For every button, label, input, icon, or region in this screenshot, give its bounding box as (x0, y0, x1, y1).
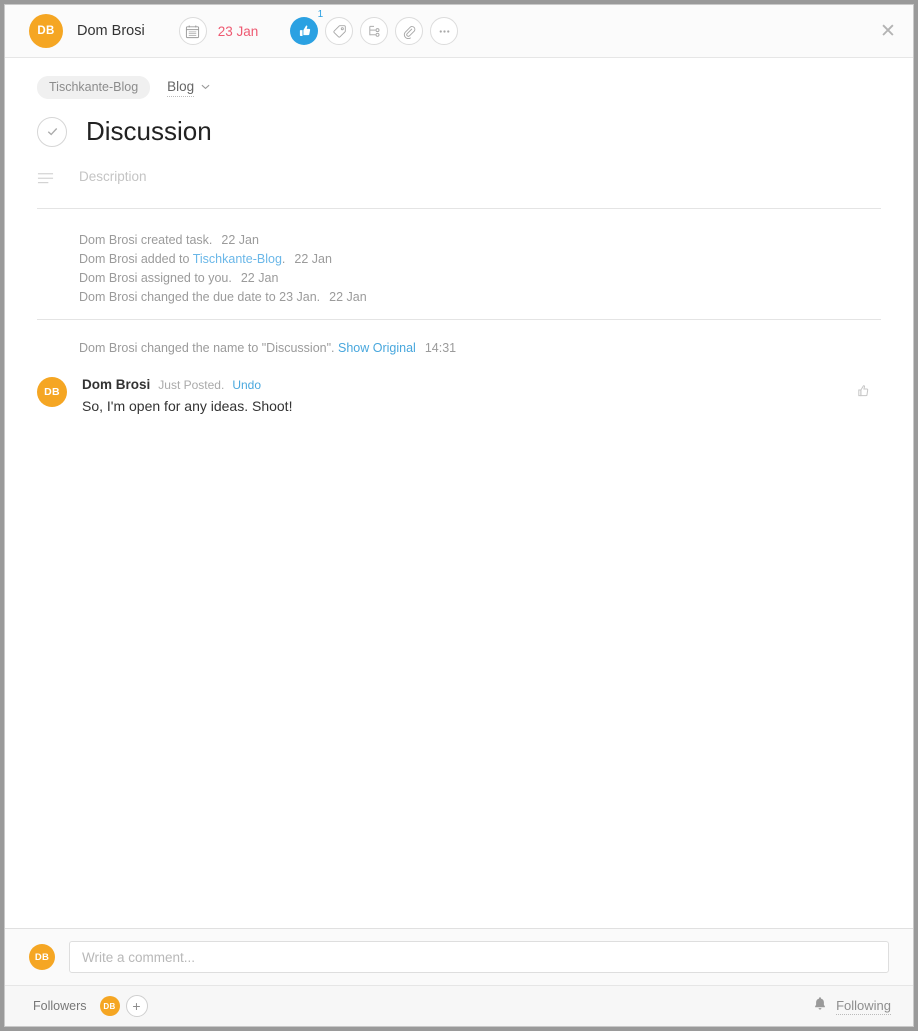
activity-text: Dom Brosi created task. (79, 233, 213, 247)
assignee-name[interactable]: Dom Brosi (77, 23, 145, 39)
list-item: Dom Brosi assigned to you. 22 Jan (79, 269, 889, 288)
comment-meta: Just Posted. (158, 378, 225, 392)
comment-author[interactable]: Dom Brosi (82, 377, 150, 392)
comment-avatar[interactable]: DB (37, 377, 67, 407)
chevron-down-icon (201, 83, 210, 93)
subtask-icon[interactable] (360, 17, 389, 45)
task-footer: DB Followers DB + Following (5, 928, 913, 1026)
due-date-text[interactable]: 23 Jan (218, 24, 259, 39)
close-icon[interactable]: ✕ (873, 16, 903, 46)
description-placeholder: Description (79, 169, 147, 184)
section-label: Blog (167, 79, 195, 97)
following-toggle[interactable]: Following (813, 996, 891, 1016)
list-item: Dom Brosi created task. 22 Jan (79, 231, 889, 250)
activity-time: 22 Jan (240, 271, 279, 285)
comment-avatar-initials: DB (44, 386, 60, 398)
undo-link[interactable]: Undo (232, 378, 261, 392)
calendar-icon[interactable] (178, 17, 207, 45)
activity-text: Dom Brosi assigned to you. (79, 271, 232, 285)
activity-time: 22 Jan (294, 252, 332, 266)
followers-label: Followers (33, 999, 87, 1013)
due-date-group[interactable]: 23 Jan (178, 17, 259, 45)
rename-text: Dom Brosi changed the name to "Discussio… (79, 341, 335, 355)
show-original-link[interactable]: Show Original (338, 341, 416, 355)
followers-bar: Followers DB + Following (5, 985, 913, 1026)
thumbs-up-icon[interactable]: 1 (290, 9, 323, 45)
rename-time: 14:31 (424, 341, 457, 355)
assignee-avatar-initials: DB (37, 25, 55, 37)
section-select[interactable]: Blog (167, 79, 210, 97)
task-detail-window: DB Dom Brosi 23 Jan 1 ✕ Tischkante-Blog … (4, 4, 914, 1027)
follower-avatar-initials: DB (103, 1001, 116, 1011)
comment-item: DB Dom Brosi Just Posted. Undo So, I'm o… (29, 377, 889, 414)
following-label: Following (836, 997, 891, 1015)
activity-text: Dom Brosi added to (79, 252, 193, 266)
activity-time: 22 Jan (329, 290, 367, 304)
task-body: Tischkante-Blog Blog Discussion Descript… (5, 58, 913, 928)
comment-body: Dom Brosi Just Posted. Undo So, I'm open… (82, 377, 292, 414)
page-title[interactable]: Discussion (86, 116, 212, 147)
project-pill[interactable]: Tischkante-Blog (37, 76, 151, 99)
comment-header: Dom Brosi Just Posted. Undo (82, 377, 292, 392)
comment-compose-bar: DB (5, 928, 913, 985)
activity-project-link[interactable]: Tischkante-Blog (193, 252, 282, 266)
activity-log: Dom Brosi created task. 22 Jan Dom Brosi … (29, 209, 889, 319)
comment-text: So, I'm open for any ideas. Shoot! (82, 398, 293, 414)
like-count-badge: 1 (317, 9, 324, 20)
check-icon[interactable] (37, 116, 67, 147)
add-follower-button[interactable]: + (125, 995, 148, 1017)
description-lines-icon (37, 172, 54, 190)
activity-text: Dom Brosi changed the due date to 23 Jan… (79, 290, 321, 304)
description-row[interactable]: Description (29, 169, 889, 208)
rename-event: Dom Brosi changed the name to "Discussio… (29, 320, 889, 355)
thumbs-up-outline-icon[interactable] (855, 383, 871, 404)
task-title-row: Discussion (29, 116, 889, 147)
follower-avatar[interactable]: DB (99, 996, 120, 1016)
compose-avatar-initials: DB (34, 951, 50, 963)
more-icon[interactable] (430, 17, 459, 45)
breadcrumb: Tischkante-Blog Blog (29, 76, 889, 99)
list-item: Dom Brosi changed the due date to 23 Jan… (79, 288, 889, 307)
task-header: DB Dom Brosi 23 Jan 1 ✕ (5, 5, 913, 58)
comment-input[interactable] (69, 941, 889, 973)
list-item: Dom Brosi added to Tischkante-Blog. 22 Ja… (79, 250, 889, 269)
compose-avatar: DB (29, 944, 55, 970)
followers-avatars: DB + (99, 995, 148, 1017)
activity-time: 22 Jan (221, 233, 259, 247)
tag-icon[interactable] (325, 17, 354, 45)
assignee-avatar[interactable]: DB (29, 14, 63, 48)
attachment-icon[interactable] (395, 17, 424, 45)
bell-icon (813, 996, 827, 1016)
task-action-icons: 1 (290, 9, 459, 45)
